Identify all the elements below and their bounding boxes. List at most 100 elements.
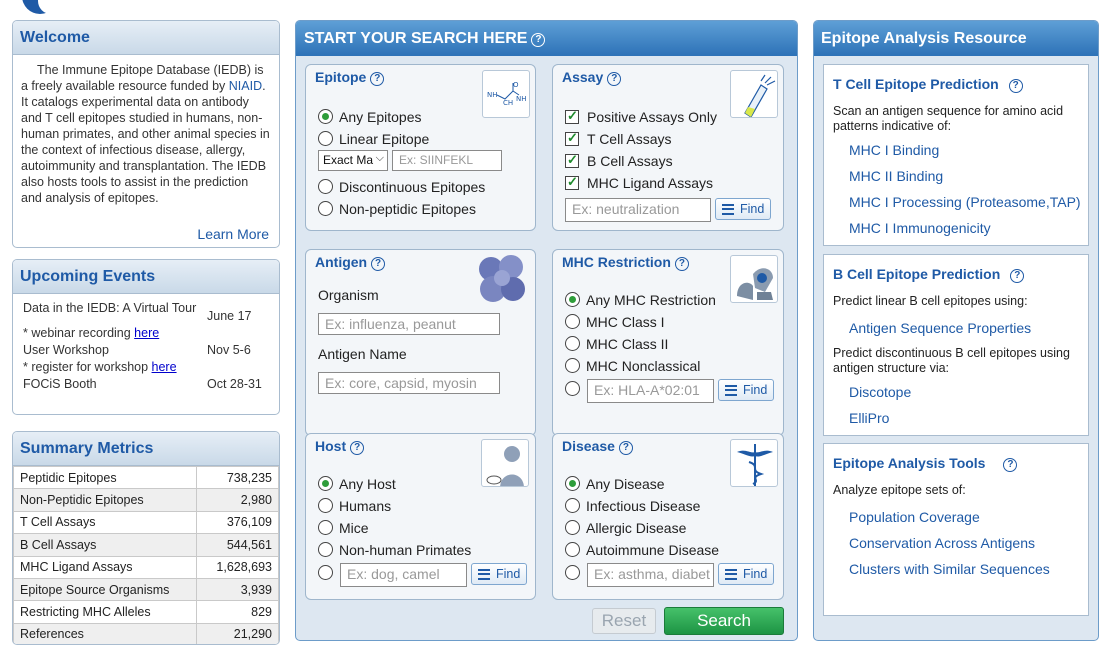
- checkbox-icon[interactable]: [565, 152, 579, 168]
- mhc-ii-binding-link[interactable]: MHC II Binding: [849, 168, 943, 184]
- niaid-link[interactable]: NIAID: [229, 79, 262, 93]
- event-date: June 17: [207, 309, 252, 323]
- population-coverage-link[interactable]: Population Coverage: [849, 509, 980, 525]
- radio-icon[interactable]: [565, 358, 580, 373]
- mhc-ligand-assays-option[interactable]: MHC Ligand Assays: [565, 174, 713, 191]
- organism-label: Organism: [318, 287, 379, 303]
- any-epitopes-option[interactable]: Any Epitopes: [318, 109, 422, 125]
- help-icon[interactable]: ?: [371, 257, 386, 271]
- radio-icon[interactable]: [318, 565, 333, 580]
- mhc-nonclassical-option[interactable]: MHC Nonclassical: [565, 358, 700, 374]
- events-title: Upcoming Events: [13, 260, 279, 294]
- table-row: Non-Peptidic Epitopes 2,980: [13, 488, 279, 512]
- disease-find-button[interactable]: Find: [718, 563, 775, 585]
- radio-icon[interactable]: [565, 565, 580, 580]
- match-type-select[interactable]: Exact Ma ⌵: [318, 150, 388, 171]
- assay-search-input[interactable]: Ex: neutralization: [565, 198, 711, 222]
- ellipro-link[interactable]: ElliPro: [849, 410, 889, 426]
- discotope-link[interactable]: Discotope: [849, 384, 911, 400]
- help-icon[interactable]: ?: [674, 257, 689, 271]
- any-mhc-restriction-option[interactable]: Any MHC Restriction: [565, 292, 716, 308]
- radio-icon[interactable]: [318, 498, 333, 513]
- search-button[interactable]: Search: [664, 607, 784, 635]
- non-human-primates-option[interactable]: Non-human Primates: [318, 542, 471, 558]
- host-other-option[interactable]: [318, 565, 339, 581]
- radio-icon[interactable]: [565, 498, 580, 513]
- radio-icon[interactable]: [318, 109, 333, 124]
- radio-icon[interactable]: [318, 476, 333, 491]
- disease-other-option[interactable]: [565, 565, 586, 581]
- radio-icon[interactable]: [565, 292, 580, 307]
- conservation-across-antigens-link[interactable]: Conservation Across Antigens: [849, 535, 1035, 551]
- table-row: MHC Ligand Assays 1,628,693: [13, 555, 279, 579]
- webinar-recording-link[interactable]: here: [134, 326, 159, 340]
- t-cell-prediction-title[interactable]: T Cell Epitope Prediction?: [833, 76, 1023, 93]
- b-cell-assays-option[interactable]: B Cell Assays: [565, 152, 673, 169]
- event-name: FOCiS Booth: [23, 377, 97, 391]
- mice-option[interactable]: Mice: [318, 520, 369, 536]
- host-find-button[interactable]: Find: [471, 563, 528, 585]
- radio-icon[interactable]: [565, 336, 580, 351]
- radio-icon[interactable]: [565, 542, 580, 557]
- metrics-table: Peptidic Epitopes 738,235 Non-Peptidic Ep…: [13, 465, 279, 644]
- analysis-tools-title[interactable]: Epitope Analysis Tools?: [833, 455, 1018, 472]
- workshop-register-link[interactable]: here: [152, 360, 177, 374]
- analysis-tools-description: Analyze epitope sets of:: [833, 483, 966, 497]
- mhc-allele-input[interactable]: Ex: HLA-A*02:01: [587, 379, 714, 403]
- help-icon[interactable]: ?: [350, 441, 365, 455]
- non-peptidic-epitopes-option[interactable]: Non-peptidic Epitopes: [318, 201, 476, 217]
- mhc-i-processing-link[interactable]: MHC I Processing (Proteasome,TAP): [849, 194, 1081, 210]
- radio-icon[interactable]: [318, 179, 333, 194]
- learn-more-link[interactable]: Learn More: [197, 226, 269, 242]
- help-icon[interactable]: ?: [1008, 79, 1023, 93]
- checkbox-icon[interactable]: [565, 130, 579, 146]
- help-icon[interactable]: ?: [607, 72, 622, 86]
- checkbox-icon[interactable]: [565, 174, 579, 190]
- assay-find-button[interactable]: Find: [715, 198, 772, 220]
- b-cell-prediction-title[interactable]: B Cell Epitope Prediction?: [833, 266, 1025, 283]
- antigen-name-input[interactable]: Ex: core, capsid, myosin: [318, 372, 500, 394]
- disease-input[interactable]: Ex: asthma, diabet: [587, 563, 714, 587]
- caduceus-icon: [730, 439, 778, 487]
- clusters-similar-sequences-link[interactable]: Clusters with Similar Sequences: [849, 561, 1050, 577]
- mhc-allele-option[interactable]: [565, 381, 586, 397]
- mhc-class-ii-option[interactable]: MHC Class II: [565, 336, 668, 352]
- any-disease-option[interactable]: Any Disease: [565, 476, 665, 492]
- t-cell-assays-option[interactable]: T Cell Assays: [565, 130, 672, 147]
- epitope-sequence-input[interactable]: Ex: SIINFEKL: [392, 150, 502, 171]
- radio-icon[interactable]: [318, 520, 333, 535]
- radio-icon[interactable]: [565, 476, 580, 491]
- organism-input[interactable]: Ex: influenza, peanut: [318, 313, 500, 335]
- any-host-option[interactable]: Any Host: [318, 476, 396, 492]
- help-icon[interactable]: ?: [1010, 269, 1025, 283]
- linear-epitope-option[interactable]: Linear Epitope: [318, 131, 429, 147]
- radio-icon[interactable]: [318, 542, 333, 557]
- radio-icon[interactable]: [565, 520, 580, 535]
- help-icon[interactable]: ?: [1003, 458, 1018, 472]
- antigen-sequence-properties-link[interactable]: Antigen Sequence Properties: [849, 320, 1031, 336]
- disease-box: Disease? Any Disease Infectious Disease …: [552, 433, 784, 600]
- radio-icon[interactable]: [318, 131, 333, 146]
- help-icon[interactable]: ?: [618, 441, 633, 455]
- positive-assays-only-option[interactable]: Positive Assays Only: [565, 108, 717, 125]
- t-cell-prediction-box: T Cell Epitope Prediction? Scan an antig…: [823, 64, 1089, 246]
- radio-icon[interactable]: [565, 314, 580, 329]
- mhc-class-i-option[interactable]: MHC Class I: [565, 314, 665, 330]
- host-input[interactable]: Ex: dog, camel: [340, 563, 467, 587]
- mhc-i-immunogenicity-link[interactable]: MHC I Immunogenicity: [849, 220, 991, 236]
- help-icon[interactable]: ?: [370, 72, 385, 86]
- mhc-i-binding-link[interactable]: MHC I Binding: [849, 142, 939, 158]
- infectious-disease-option[interactable]: Infectious Disease: [565, 498, 700, 514]
- allergic-disease-option[interactable]: Allergic Disease: [565, 520, 686, 536]
- welcome-panel: Welcome The Immune Epitope Database (IED…: [12, 20, 280, 248]
- autoimmune-disease-option[interactable]: Autoimmune Disease: [565, 542, 719, 558]
- iedb-logo[interactable]: [22, 0, 64, 14]
- humans-option[interactable]: Humans: [318, 498, 391, 514]
- checkbox-icon[interactable]: [565, 108, 579, 124]
- discontinuous-epitopes-option[interactable]: Discontinuous Epitopes: [318, 179, 485, 195]
- radio-icon[interactable]: [565, 381, 580, 396]
- mhc-find-button[interactable]: Find: [718, 379, 775, 401]
- help-icon[interactable]: ?: [531, 33, 546, 47]
- reset-button[interactable]: Reset: [592, 608, 656, 634]
- radio-icon[interactable]: [318, 201, 333, 216]
